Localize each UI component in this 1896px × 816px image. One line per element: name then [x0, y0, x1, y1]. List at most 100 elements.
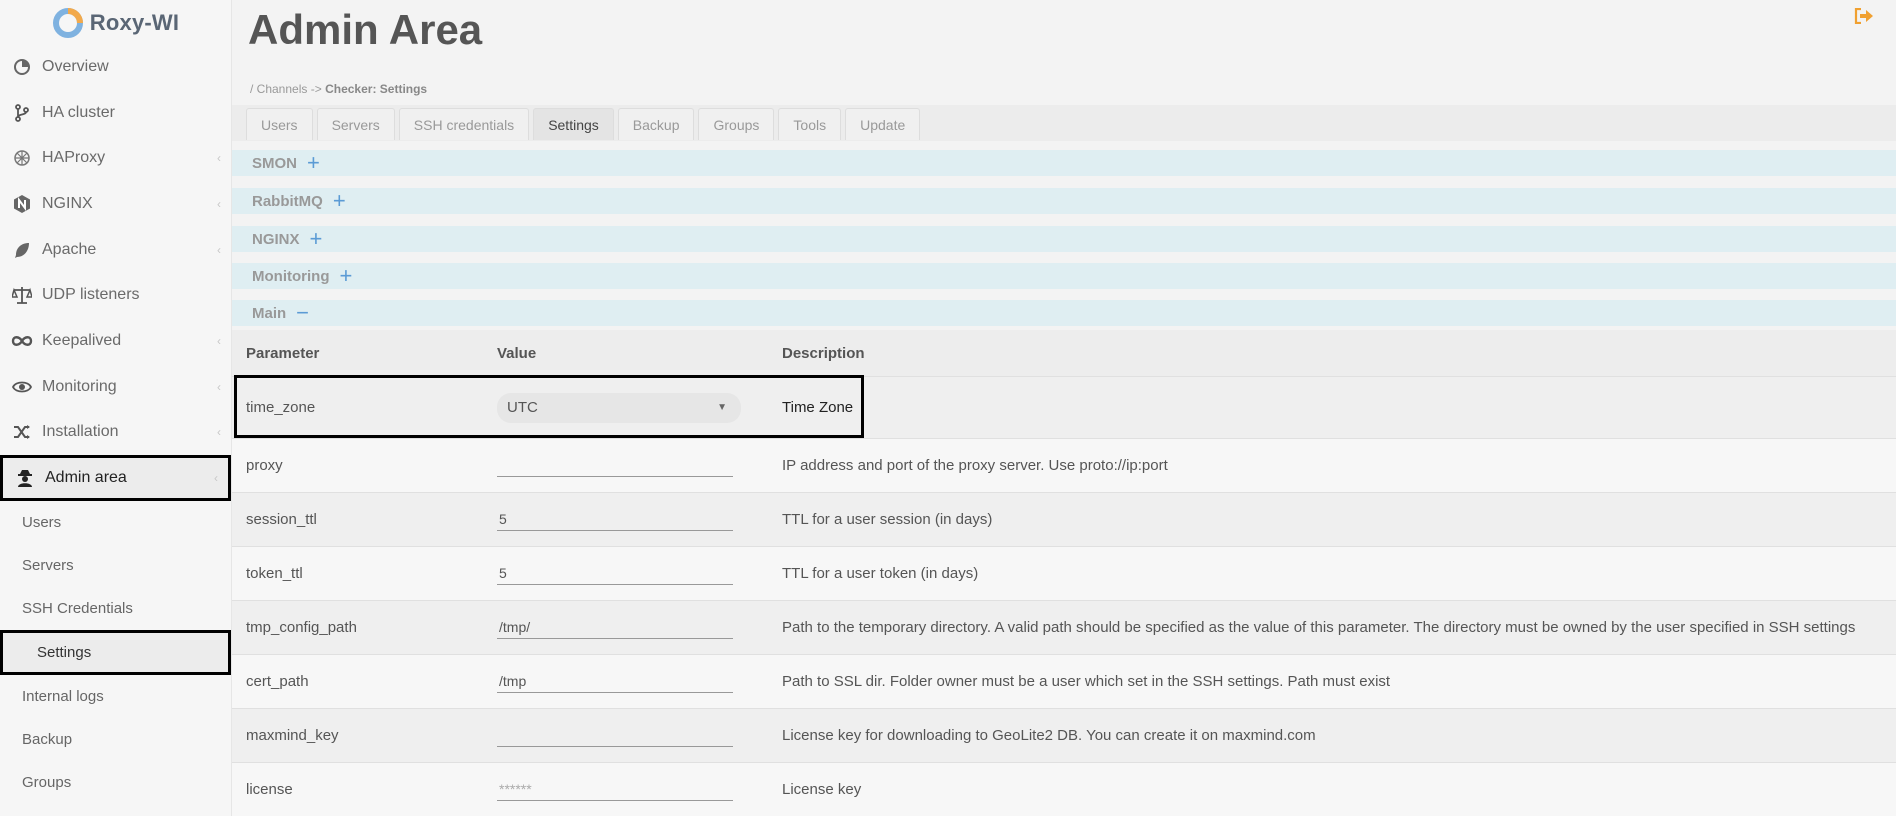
- timezone-selected-value: UTC: [507, 399, 538, 416]
- sidebar-item-label: NGINX: [42, 194, 93, 212]
- sidebar-sub-users[interactable]: Users: [0, 501, 231, 544]
- timezone-select-wrapper: UTC ▼: [497, 392, 741, 423]
- sidebar-sub-servers[interactable]: Servers: [0, 544, 231, 587]
- param-description: TTL for a user session (in days): [782, 511, 993, 528]
- table-row: cert_path Path to SSL dir. Folder owner …: [232, 654, 1896, 708]
- roxy-logo-icon: [52, 8, 83, 38]
- sidebar-item-installation[interactable]: Installation ‹: [0, 410, 231, 456]
- sidebar-item-label: HA cluster: [42, 103, 115, 121]
- sidebar-item-keepalived[interactable]: Keepalived ‹: [0, 318, 231, 364]
- value-cell: [497, 724, 733, 747]
- tab-backup[interactable]: Backup: [617, 108, 695, 140]
- sidebar-item-udp-listeners[interactable]: UDP listeners: [0, 272, 231, 318]
- token-ttl-input[interactable]: [497, 562, 733, 585]
- sidebar-item-nginx[interactable]: NGINX ‹: [0, 181, 231, 227]
- app-logo[interactable]: Roxy-WI: [0, 0, 231, 44]
- chevron-left-icon: ‹: [217, 379, 221, 394]
- section-nginx[interactable]: NGINX +: [232, 226, 1896, 252]
- param-description: Time Zone: [782, 399, 854, 416]
- sidebar-item-label: HAProxy: [42, 149, 106, 167]
- section-title: Main: [252, 304, 287, 322]
- feather-icon: [10, 238, 34, 262]
- proxy-input[interactable]: [497, 454, 733, 477]
- tab-update[interactable]: Update: [845, 108, 921, 140]
- sign-out-icon[interactable]: [1854, 7, 1874, 29]
- expand-plus-icon[interactable]: +: [339, 265, 352, 287]
- value-cell: [497, 508, 733, 531]
- chevron-left-icon: ‹: [214, 471, 218, 486]
- expand-plus-icon[interactable]: +: [310, 228, 323, 250]
- section-title: NGINX: [252, 230, 300, 248]
- sidebar-sub-settings[interactable]: Settings: [0, 629, 231, 675]
- page-title: Admin Area: [248, 6, 483, 53]
- shuffle-icon: [10, 420, 34, 444]
- param-name: license: [246, 781, 293, 798]
- param-description: License key for downloading to GeoLite2 …: [782, 727, 1316, 744]
- tab-users[interactable]: Users: [246, 108, 313, 140]
- chevron-left-icon: ‹: [217, 151, 221, 166]
- breadcrumb: / Channels -> Checker: Settings: [250, 82, 427, 96]
- section-rabbitmq[interactable]: RabbitMQ +: [232, 188, 1896, 214]
- header-parameter: Parameter: [246, 344, 320, 362]
- tmp-config-path-input[interactable]: [497, 616, 733, 639]
- branch-icon: [10, 101, 34, 125]
- param-description: TTL for a user token (in days): [782, 565, 979, 582]
- section-smon[interactable]: SMON +: [232, 150, 1896, 176]
- value-cell: [497, 670, 733, 693]
- param-name: session_ttl: [246, 511, 317, 528]
- sidebar-item-admin-area[interactable]: Admin area ‹: [0, 455, 231, 501]
- maxmind-key-input[interactable]: [497, 724, 733, 747]
- tab-tools[interactable]: Tools: [778, 108, 842, 140]
- user-secret-icon: [13, 466, 37, 490]
- section-title: RabbitMQ: [252, 192, 323, 210]
- chevron-left-icon: ‹: [217, 196, 221, 211]
- table-row: license License key: [232, 762, 1896, 816]
- sidebar-item-monitoring[interactable]: Monitoring ‹: [0, 364, 231, 410]
- sidebar-item-haproxy[interactable]: HAProxy ‹: [0, 135, 231, 181]
- section-main[interactable]: Main −: [232, 300, 1896, 326]
- sidebar: Roxy-WI Overview HA cluster HAProxy ‹ NG…: [0, 0, 232, 816]
- eye-icon: [10, 375, 34, 399]
- chevron-left-icon: ‹: [217, 242, 221, 257]
- param-name: proxy: [246, 457, 283, 474]
- tab-ssh-credentials[interactable]: SSH credentials: [398, 108, 530, 140]
- caret-down-icon: ▼: [717, 402, 727, 413]
- infinity-icon: [10, 329, 34, 353]
- table-row: tmp_config_path Path to the temporary di…: [232, 600, 1896, 654]
- sidebar-item-ha-cluster[interactable]: HA cluster: [0, 90, 231, 136]
- license-input[interactable]: [497, 778, 733, 801]
- chevron-left-icon: ‹: [217, 333, 221, 348]
- table-row: token_ttl TTL for a user token (in days): [232, 546, 1896, 600]
- sidebar-item-apache[interactable]: Apache ‹: [0, 227, 231, 273]
- header-value: Value: [497, 344, 537, 362]
- section-monitoring[interactable]: Monitoring +: [232, 263, 1896, 289]
- sidebar-sub-backup[interactable]: Backup: [0, 718, 231, 761]
- section-title: SMON: [252, 154, 297, 172]
- param-name: token_ttl: [246, 565, 303, 582]
- sidebar-item-label: Admin area: [45, 469, 127, 487]
- cert-path-input[interactable]: [497, 670, 733, 693]
- session-ttl-input[interactable]: [497, 508, 733, 531]
- param-description: License key: [782, 781, 862, 798]
- chevron-left-icon: ‹: [217, 425, 221, 440]
- tab-settings[interactable]: Settings: [533, 108, 614, 140]
- expand-plus-icon[interactable]: +: [307, 152, 320, 174]
- sidebar-sub-internal-logs[interactable]: Internal logs: [0, 675, 231, 718]
- table-header: Parameter Value Description: [232, 330, 1896, 376]
- table-row: time_zone UTC ▼ Time Zone: [232, 376, 1896, 438]
- sidebar-sub-ssh-credentials[interactable]: SSH Credentials: [0, 587, 231, 630]
- tab-servers[interactable]: Servers: [316, 108, 395, 140]
- collapse-minus-icon[interactable]: −: [296, 302, 309, 324]
- settings-table: Parameter Value Description time_zone UT…: [232, 330, 1896, 816]
- value-cell: [497, 454, 733, 477]
- sidebar-item-overview[interactable]: Overview: [0, 44, 231, 90]
- sidebar-item-label: Monitoring: [42, 377, 117, 395]
- breadcrumb-root[interactable]: / Channels: [250, 82, 307, 96]
- timezone-select[interactable]: UTC ▼: [497, 392, 741, 423]
- main-content: Admin Area / Channels -> Checker: Settin…: [232, 0, 1896, 816]
- tab-groups[interactable]: Groups: [698, 108, 775, 140]
- sidebar-sub-groups[interactable]: Groups: [0, 761, 231, 804]
- value-cell: [497, 616, 733, 639]
- sidebar-item-label: UDP listeners: [42, 286, 140, 304]
- expand-plus-icon[interactable]: +: [333, 190, 346, 212]
